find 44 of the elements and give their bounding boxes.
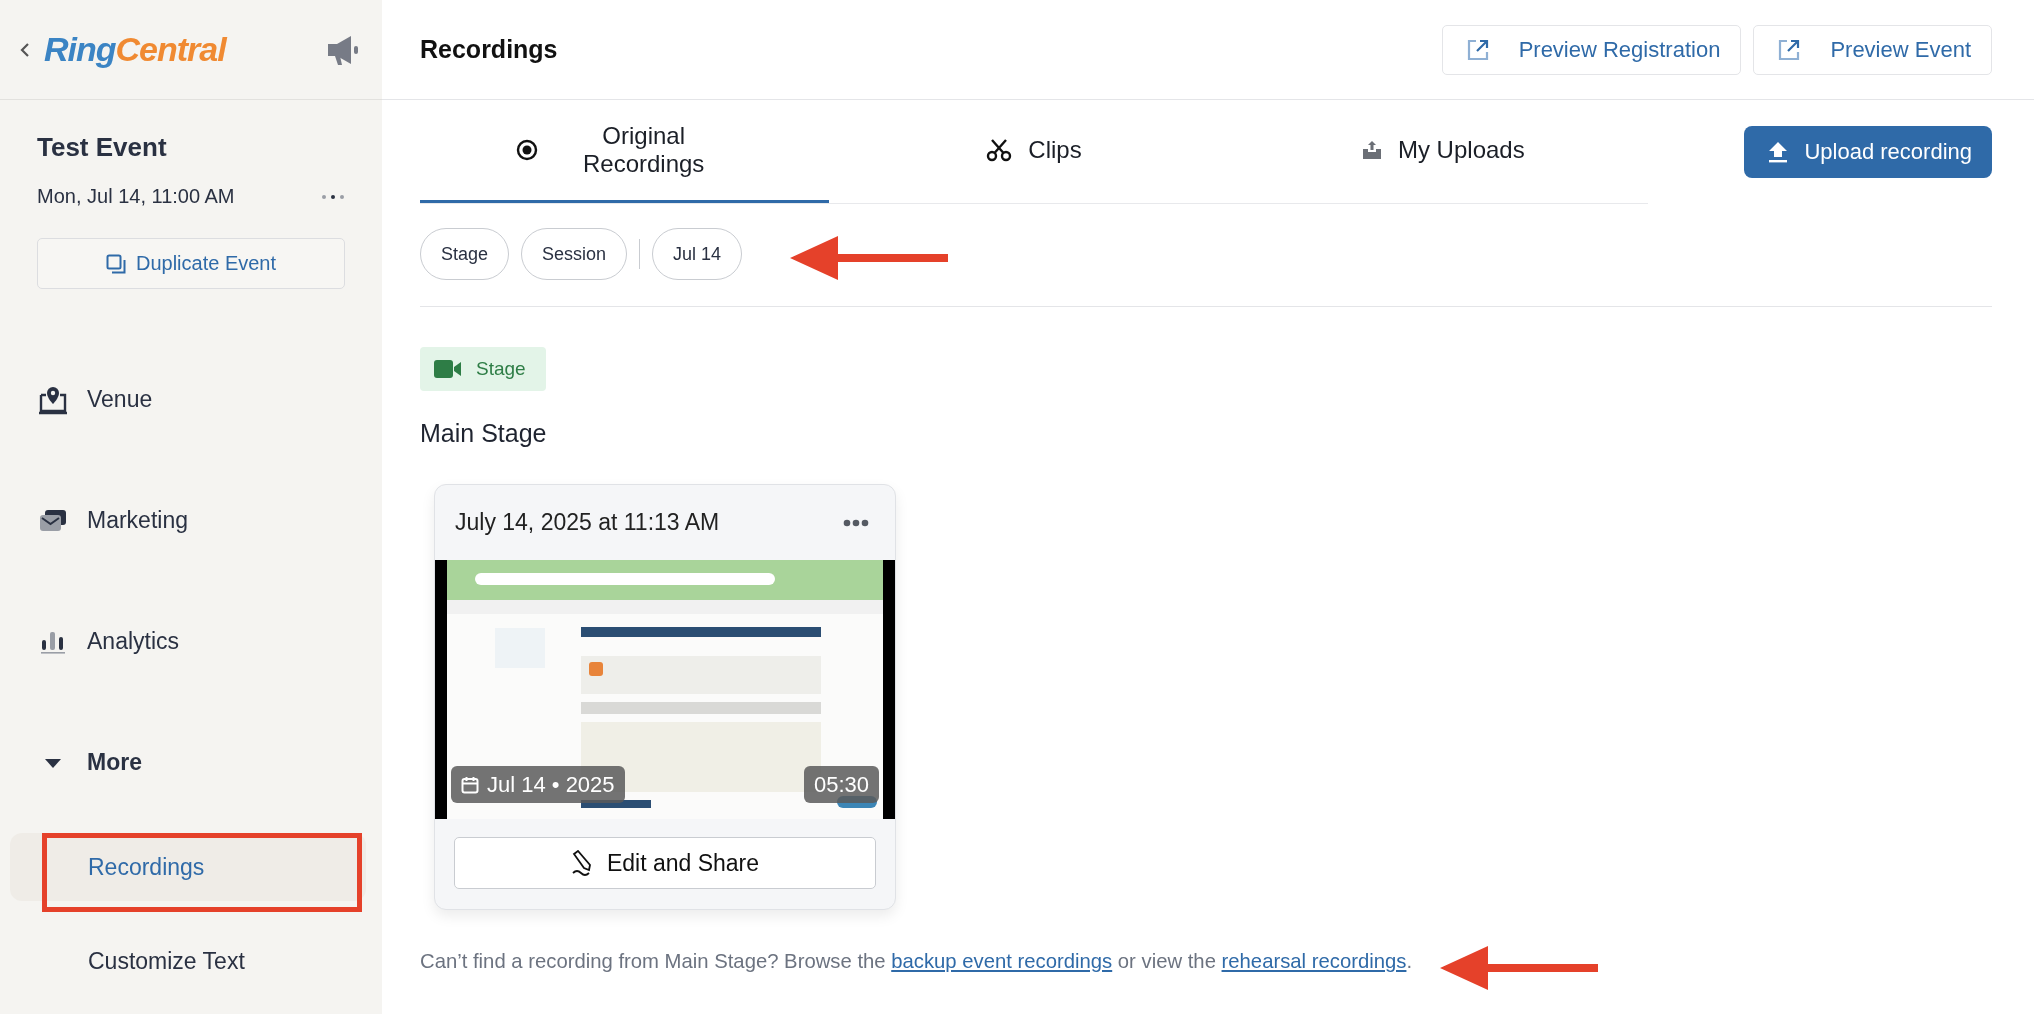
calendar-icon [461, 775, 479, 794]
radio-icon [515, 139, 538, 161]
duplicate-event-button[interactable]: Duplicate Event [37, 238, 345, 289]
tab[interactable]: My Uploads [1238, 100, 1648, 203]
tab[interactable]: Clips [829, 100, 1239, 203]
recording-title: July 14, 2025 at 11:13 AM [455, 509, 720, 536]
more-icon[interactable] [843, 518, 869, 527]
help-text: Can’t find a recording from Main Stage? Browse the backup event recordings or view the rehearsal recordings. [420, 950, 1413, 973]
upload-button[interactable]: Upload recording [1744, 126, 1992, 178]
edit-share-button[interactable]: Edit and Share [454, 837, 876, 889]
preview-button[interactable]: Preview Event [1753, 24, 1992, 75]
filter-chip[interactable]: Jul 14 [652, 228, 743, 280]
filter-chip[interactable]: Stage [420, 228, 510, 280]
nav-item[interactable]: Marketing [0, 460, 382, 581]
back-icon[interactable] [20, 41, 30, 58]
scissors-icon [986, 138, 1013, 162]
link[interactable]: backup event recordings [891, 950, 1113, 972]
envelope-icon [39, 508, 67, 533]
badge-label: Stage [476, 358, 526, 380]
nav-item[interactable]: Analytics [0, 581, 382, 702]
caret-icon [44, 756, 62, 769]
upload-icon [1768, 141, 1789, 163]
event-title: Test Event [37, 132, 168, 163]
duration-badge: 05:30 [803, 766, 879, 803]
external-link-icon [1466, 38, 1489, 61]
date-text: Jul 14 • 2025 [487, 771, 615, 798]
link[interactable]: rehearsal recordings [1221, 950, 1407, 972]
tab[interactable]: Original Recordings [420, 100, 830, 203]
copy-icon [105, 253, 126, 274]
nav-item[interactable]: Venue [0, 339, 382, 460]
external-link-icon [1778, 38, 1801, 61]
nav-item[interactable]: Recordings [10, 833, 366, 901]
upload-tray-icon [1361, 140, 1382, 160]
filter-chip[interactable]: Session [521, 228, 628, 280]
preview-button[interactable]: Preview Registration [1441, 24, 1742, 75]
section-title: Main Stage [420, 419, 548, 448]
nav-group[interactable]: More [0, 702, 382, 823]
video-camera-icon [434, 359, 462, 379]
location-pin-icon [37, 384, 69, 415]
more-icon[interactable] [321, 193, 345, 200]
page-title: Recordings [420, 35, 558, 64]
event-date: Mon, Jul 14, 11:00 AM [37, 185, 235, 208]
nav-item[interactable]: Customize Text [10, 927, 366, 995]
logo: RingCentral [44, 30, 228, 69]
